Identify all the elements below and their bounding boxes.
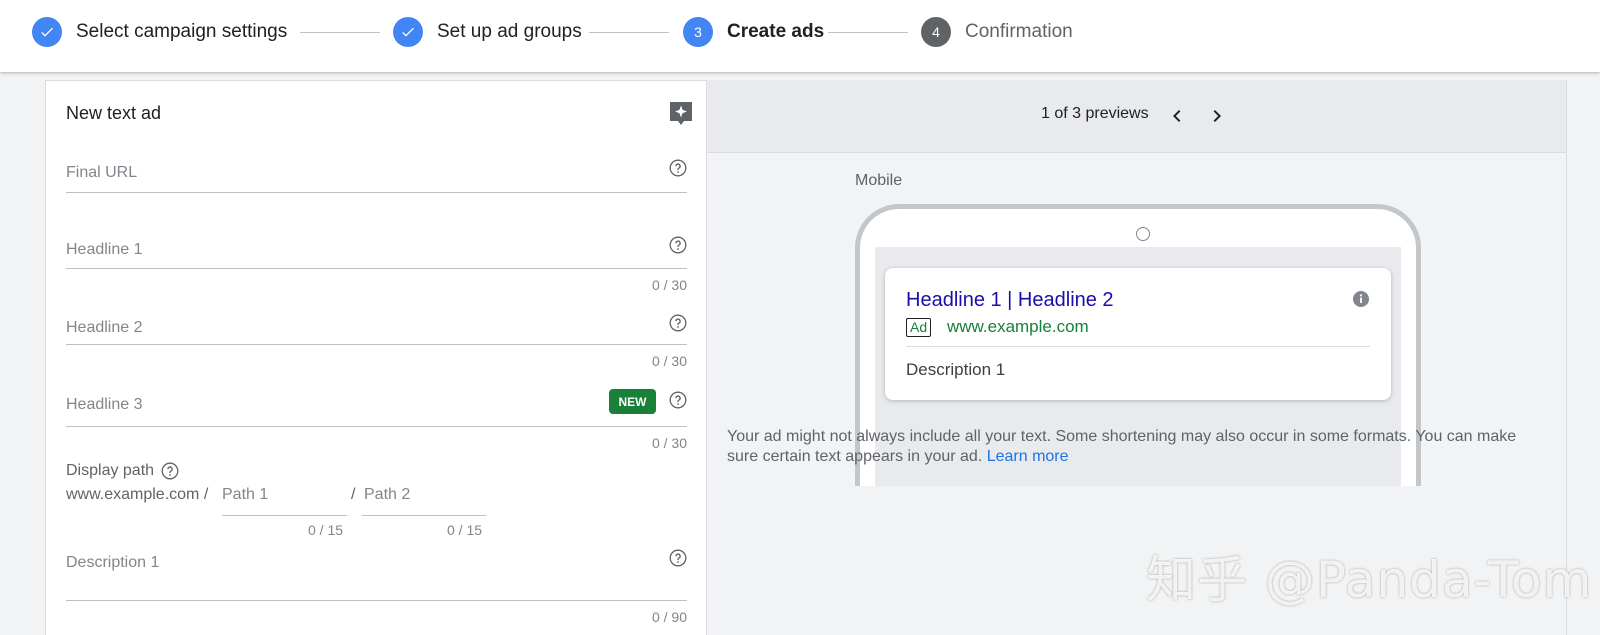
progress-stepper: Select campaign settings Set up ad group… [0, 0, 1600, 72]
ad-divider [906, 346, 1370, 347]
info-icon[interactable] [1352, 290, 1370, 308]
help-icon[interactable] [669, 314, 687, 332]
headline-3-field[interactable]: Headline 3 NEW 0 / 30 [66, 389, 687, 453]
help-icon[interactable] [669, 159, 687, 177]
final-url-field[interactable]: Final URL [66, 157, 687, 197]
device-label: Mobile [855, 172, 903, 189]
preview-disclaimer: Your ad might not always include all you… [727, 427, 1547, 467]
preview-counter: 1 of 3 previews [1041, 105, 1149, 122]
field-underline [66, 268, 687, 269]
help-icon[interactable] [669, 236, 687, 254]
help-icon[interactable] [161, 462, 179, 480]
display-path-domain: www.example.com / [66, 486, 209, 503]
field-underline [66, 600, 687, 601]
learn-more-link[interactable]: Learn more [987, 448, 1069, 465]
ad-badge: Ad [906, 318, 932, 337]
help-icon[interactable] [669, 391, 687, 409]
text-ad-editor: New text ad Final URL Headline 1 0 / 30 … [45, 80, 706, 635]
path-1-input[interactable]: Path 1 [222, 486, 268, 504]
field-underline [66, 426, 687, 427]
char-count: 0 / 90 [651, 609, 687, 625]
ad-headline[interactable]: Headline 1 | Headline 2 [906, 289, 1114, 312]
char-count: 0 / 15 [308, 522, 344, 538]
step-label: Select campaign settings [76, 21, 288, 42]
chevron-right-icon[interactable] [1205, 104, 1229, 128]
watermark: 知乎 @Panda-Tom [1146, 551, 1593, 609]
field-underline [362, 515, 486, 516]
ad-preview-card: Headline 1 | Headline 2 Ad www.example.c… [885, 268, 1391, 400]
step-connector [828, 32, 908, 33]
step-set-up-ad-groups[interactable]: Set up ad groups [393, 17, 582, 47]
headline-3-label: Headline 3 [66, 396, 143, 413]
headline-2-label: Headline 2 [66, 319, 143, 336]
ai-sparkle-icon[interactable] [668, 100, 694, 128]
check-icon [32, 17, 62, 47]
ad-description: Description 1 [906, 360, 1006, 379]
chevron-left-icon[interactable] [1165, 104, 1189, 128]
step-number: 3 [683, 17, 713, 47]
new-badge: NEW [609, 389, 656, 414]
display-path-label: Display path [66, 462, 155, 479]
description-1-label: Description 1 [66, 554, 160, 571]
headline-1-field[interactable]: Headline 1 0 / 30 [66, 234, 687, 294]
ad-display-url: www.example.com [947, 317, 1089, 336]
headline-1-label: Headline 1 [66, 241, 143, 258]
path-2-input[interactable]: Path 2 [364, 486, 410, 504]
step-select-campaign-settings[interactable]: Select campaign settings [32, 17, 287, 47]
preview-toolbar: 1 of 3 previews [707, 80, 1566, 153]
disclaimer-text: Your ad might not always include all you… [727, 428, 1517, 465]
editor-title: New text ad [66, 103, 162, 123]
description-1-field[interactable]: Description 1 0 / 90 [66, 547, 687, 627]
phone-camera [1136, 227, 1150, 241]
step-confirmation[interactable]: 4 Confirmation [921, 17, 1073, 47]
step-label: Create ads [727, 21, 825, 42]
check-icon [393, 17, 423, 47]
field-underline [222, 515, 347, 516]
path-separator: / [351, 486, 356, 503]
step-number: 4 [921, 17, 951, 47]
field-underline [66, 192, 687, 193]
step-create-ads[interactable]: 3 Create ads [683, 17, 824, 47]
help-icon[interactable] [669, 549, 687, 567]
step-connector [589, 32, 669, 33]
field-underline [66, 344, 687, 345]
step-label: Set up ad groups [437, 21, 582, 42]
char-count: 0 / 30 [651, 353, 687, 369]
step-label: Confirmation [965, 21, 1073, 42]
char-count: 0 / 30 [651, 277, 687, 293]
char-count: 0 / 15 [447, 522, 483, 538]
step-connector [300, 32, 380, 33]
char-count: 0 / 30 [651, 435, 687, 451]
final-url-label: Final URL [66, 164, 138, 181]
headline-2-field[interactable]: Headline 2 0 / 30 [66, 312, 687, 372]
